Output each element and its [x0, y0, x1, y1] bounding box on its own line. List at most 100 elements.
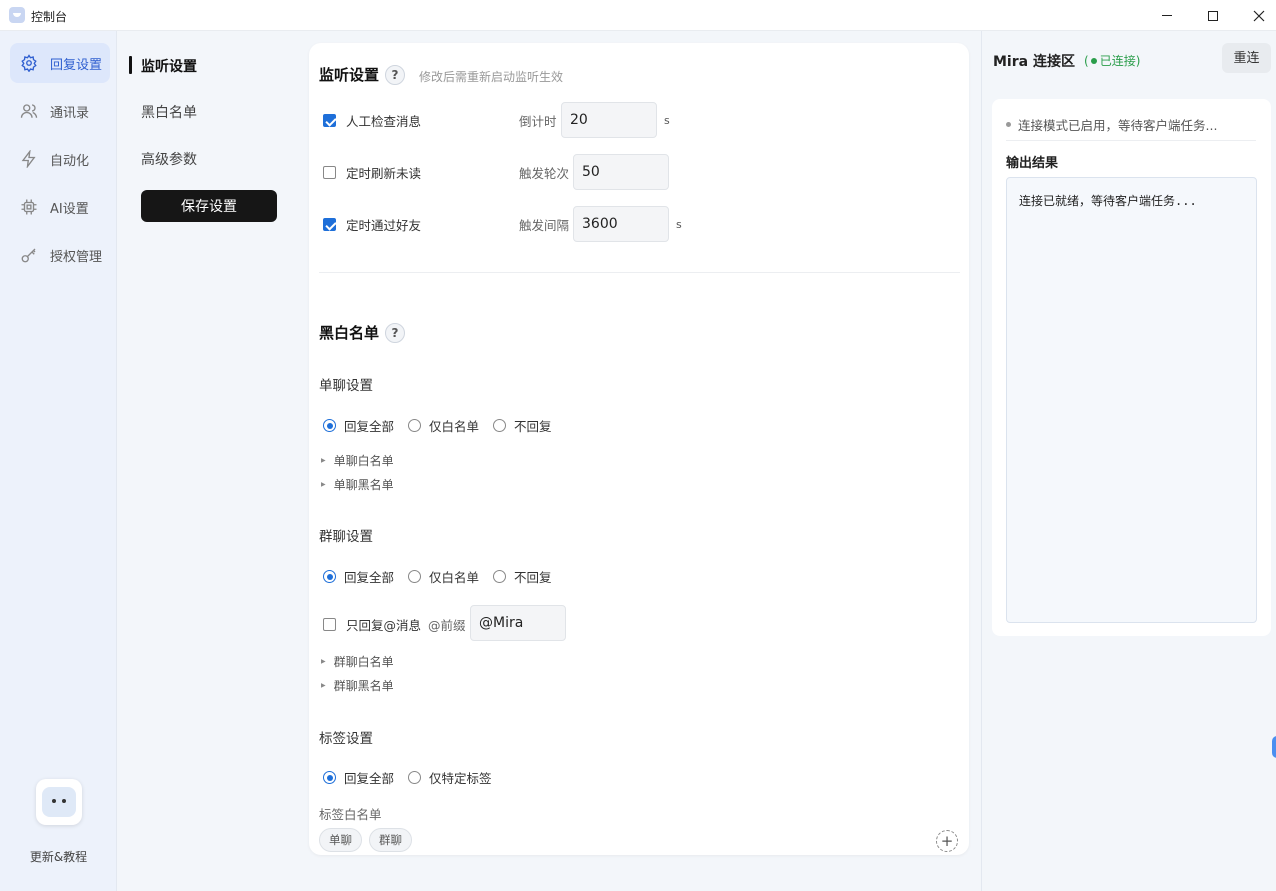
radio-no-reply[interactable]: 不回复 [493, 416, 552, 435]
maximize-button[interactable] [1190, 0, 1236, 31]
radio-reply-all[interactable]: 回复全部 [323, 567, 394, 586]
radio-circle[interactable] [408, 570, 422, 583]
manual-check-row[interactable]: 人工检查消息 [323, 111, 421, 130]
minimize-button[interactable] [1144, 0, 1190, 31]
nav-item-label: 自动化 [50, 153, 90, 169]
tag-chip[interactable]: 群聊 [369, 828, 412, 852]
window-title: 控制台 [31, 10, 68, 24]
nav-item-label: 通讯录 [50, 105, 90, 121]
checkbox-label: 只回复@消息 [346, 618, 422, 633]
close-icon [1253, 10, 1265, 21]
contacts-icon [20, 104, 38, 118]
private-blacklist-toggle[interactable]: ▶ 单聊黑名单 [321, 476, 394, 493]
radio-circle[interactable] [323, 570, 336, 583]
update-tutorial-link[interactable]: 更新&教程 [0, 848, 117, 865]
radio-circle[interactable] [493, 419, 507, 432]
radio-label: 回复全部 [344, 570, 395, 585]
radio-whitelist-only[interactable]: 仅白名单 [408, 567, 479, 586]
lightning-icon [21, 150, 36, 168]
group-blacklist-toggle[interactable]: ▶ 群聊黑名单 [321, 677, 394, 694]
countdown-input[interactable] [561, 102, 657, 138]
refresh-unread-row[interactable]: 定时刷新未读 [323, 163, 421, 182]
nav-item-ai-settings[interactable]: AI设置 [10, 187, 110, 227]
at-prefix-input[interactable] [470, 605, 566, 641]
radio-label: 仅白名单 [429, 570, 480, 585]
primary-nav: 回复设置 通讯录 自动化 AI设置 授权管理 更新&教程 [0, 31, 117, 891]
nav-item-license[interactable]: 授权管理 [10, 235, 110, 275]
interval-unit: s [676, 218, 682, 231]
nav-item-contacts[interactable]: 通讯录 [10, 91, 110, 131]
floating-assistant-button[interactable] [1272, 736, 1276, 758]
radio-label: 回复全部 [344, 419, 395, 434]
connection-card: 连接模式已启用，等待客户端任务... 输出结果 连接已就绪，等待客户端任务... [992, 99, 1271, 636]
help-icon[interactable]: ? [385, 322, 406, 343]
radio-specific-tags[interactable]: 仅特定标签 [408, 768, 492, 787]
add-tag-button[interactable]: + [936, 830, 958, 852]
radio-reply-all[interactable]: 回复全部 [323, 768, 394, 787]
bullet-icon [1006, 122, 1011, 127]
group-whitelist-toggle[interactable]: ▶ 群聊白名单 [321, 653, 394, 670]
mode-status: 连接模式已启用，等待客户端任务... [1006, 115, 1217, 134]
radio-no-reply[interactable]: 不回复 [493, 567, 552, 586]
nav-item-label: AI设置 [50, 201, 89, 217]
close-button[interactable] [1236, 0, 1276, 31]
private-chat-title: 单聊设置 [319, 378, 373, 394]
radio-circle[interactable] [323, 771, 336, 784]
checkbox-label: 人工检查消息 [346, 114, 422, 129]
settings-panel: 监听设置 ? 修改后需重新启动监听生效 人工检查消息 倒计时 s 定时刷新未读 … [309, 43, 969, 855]
radio-circle[interactable] [408, 419, 422, 432]
trigger-interval-input[interactable] [573, 206, 669, 242]
nav-item-reply-settings[interactable]: 回复设置 [10, 43, 110, 83]
subnav-item-listen[interactable]: 监听设置 [141, 56, 197, 76]
checkbox-label: 定时通过好友 [346, 218, 422, 233]
help-icon[interactable]: ? [385, 64, 406, 85]
radio-circle[interactable] [493, 570, 507, 583]
radio-reply-all[interactable]: 回复全部 [323, 416, 394, 435]
accept-friends-row[interactable]: 定时通过好友 [323, 215, 421, 234]
mode-text: 连接模式已启用，等待客户端任务... [1018, 118, 1218, 133]
nav-item-automation[interactable]: 自动化 [10, 139, 110, 179]
connection-title: Mira 连接区 [993, 54, 1075, 70]
radio-label: 不回复 [514, 419, 552, 434]
private-whitelist-toggle[interactable]: ▶ 单聊白名单 [321, 452, 394, 469]
nav-item-label: 回复设置 [50, 57, 103, 73]
at-only-row[interactable]: 只回复@消息 [323, 615, 421, 634]
restart-hint: 修改后需重新启动监听生效 [419, 70, 564, 84]
section-divider [319, 272, 960, 273]
nav-item-label: 授权管理 [50, 249, 103, 265]
active-indicator [129, 56, 132, 74]
manual-check-checkbox[interactable] [323, 114, 336, 127]
radio-whitelist-only[interactable]: 仅白名单 [408, 416, 479, 435]
status-text: 已连接 [1099, 54, 1136, 68]
radio-circle[interactable] [323, 419, 336, 432]
caret-right-icon: ▶ [321, 481, 326, 488]
output-label: 输出结果 [1006, 156, 1059, 171]
radio-label: 仅白名单 [429, 419, 480, 434]
chip-icon [21, 199, 37, 215]
title-bar: 控制台 [0, 0, 1276, 31]
refresh-unread-checkbox[interactable] [323, 166, 336, 179]
section-title-text: 监听设置 [319, 66, 380, 84]
connection-panel: Mira 连接区 (已连接) 重连 连接模式已启用，等待客户端任务... 输出结… [981, 31, 1276, 891]
trigger-rounds-input[interactable] [573, 154, 669, 190]
accept-friends-checkbox[interactable] [323, 218, 336, 231]
secondary-nav: 监听设置 黑白名单 高级参数 保存设置 [117, 31, 297, 891]
avatar[interactable] [36, 779, 82, 825]
card-divider [1006, 140, 1256, 141]
group-reply-mode: 回复全部 仅白名单 不回复 [323, 567, 566, 586]
save-settings-button[interactable]: 保存设置 [141, 190, 277, 222]
radio-circle[interactable] [408, 771, 422, 784]
reconnect-button[interactable]: 重连 [1222, 43, 1271, 73]
countdown-unit: s [664, 114, 670, 127]
output-log[interactable]: 连接已就绪，等待客户端任务... [1006, 177, 1257, 623]
subnav-item-lists[interactable]: 黑白名单 [141, 102, 197, 122]
at-prefix-label: @前缀 [428, 618, 466, 633]
collapse-label: 单聊黑名单 [333, 478, 394, 492]
caret-right-icon: ▶ [321, 658, 326, 665]
tag-chip[interactable]: 单聊 [319, 828, 362, 852]
collapse-label: 群聊黑名单 [333, 679, 394, 693]
tag-whitelist-label: 标签白名单 [319, 807, 382, 822]
at-only-checkbox[interactable] [323, 618, 336, 631]
subnav-item-advanced[interactable]: 高级参数 [141, 149, 197, 169]
trigger-interval-label: 触发间隔 [519, 218, 570, 233]
